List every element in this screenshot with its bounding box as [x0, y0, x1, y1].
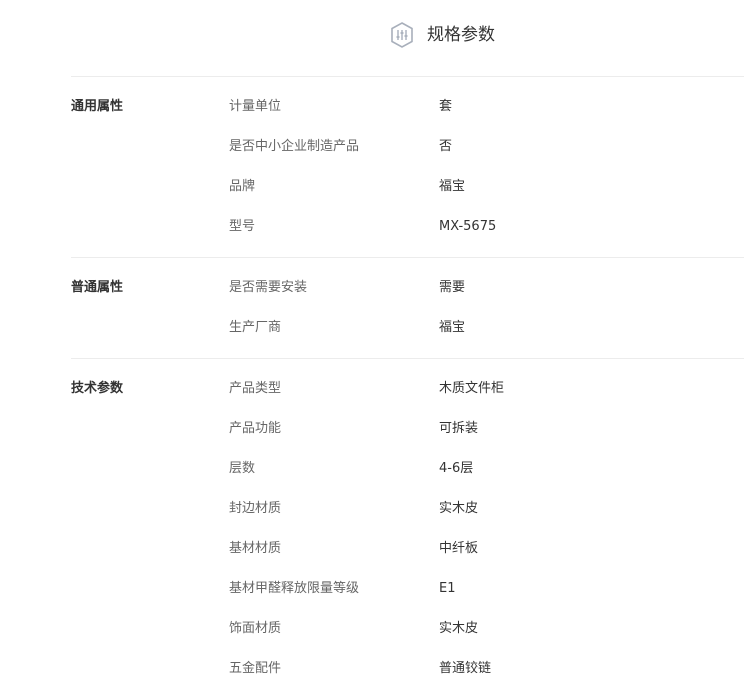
- spec-label: 层数: [229, 461, 256, 476]
- spec-header: 规格参数: [0, 0, 744, 70]
- spec-label: 生产厂商: [229, 320, 282, 335]
- spec-value: 需要: [439, 280, 466, 295]
- spec-value: 木质文件柜: [439, 381, 505, 396]
- spec-label: 是否需要安装: [229, 280, 308, 295]
- page-title: 规格参数: [427, 25, 495, 45]
- spec-value: E1: [439, 581, 456, 596]
- divider: [71, 76, 744, 77]
- spec-label: 品牌: [229, 179, 256, 194]
- spec-value: 4-6层: [439, 461, 474, 476]
- spec-value: 普通铰链: [439, 661, 492, 676]
- divider: [71, 257, 744, 258]
- spec-label: 是否中小企业制造产品: [229, 139, 360, 154]
- spec-value: MX-5675: [439, 219, 497, 234]
- spec-value: 福宝: [439, 179, 466, 194]
- spec-label: 饰面材质: [229, 621, 282, 636]
- spec-value: 套: [439, 99, 453, 114]
- group-title: 通用属性: [71, 99, 124, 114]
- spec-label: 产品类型: [229, 381, 282, 396]
- spec-label: 计量单位: [229, 99, 282, 114]
- spec-value: 实木皮: [439, 621, 479, 636]
- spec-value: 可拆装: [439, 421, 479, 436]
- group-title: 技术参数: [71, 381, 124, 396]
- spec-value: 否: [439, 139, 453, 154]
- spec-label: 封边材质: [229, 501, 282, 516]
- group-title: 普通属性: [71, 280, 124, 295]
- spec-label: 基材甲醛释放限量等级: [229, 581, 360, 596]
- sliders-icon: [391, 22, 413, 48]
- spec-value: 福宝: [439, 320, 466, 335]
- divider: [71, 358, 744, 359]
- spec-value: 中纤板: [439, 541, 479, 556]
- spec-label: 五金配件: [229, 661, 282, 676]
- spec-value: 实木皮: [439, 501, 479, 516]
- spec-label: 产品功能: [229, 421, 282, 436]
- spec-label: 基材材质: [229, 541, 282, 556]
- spec-label: 型号: [229, 219, 256, 234]
